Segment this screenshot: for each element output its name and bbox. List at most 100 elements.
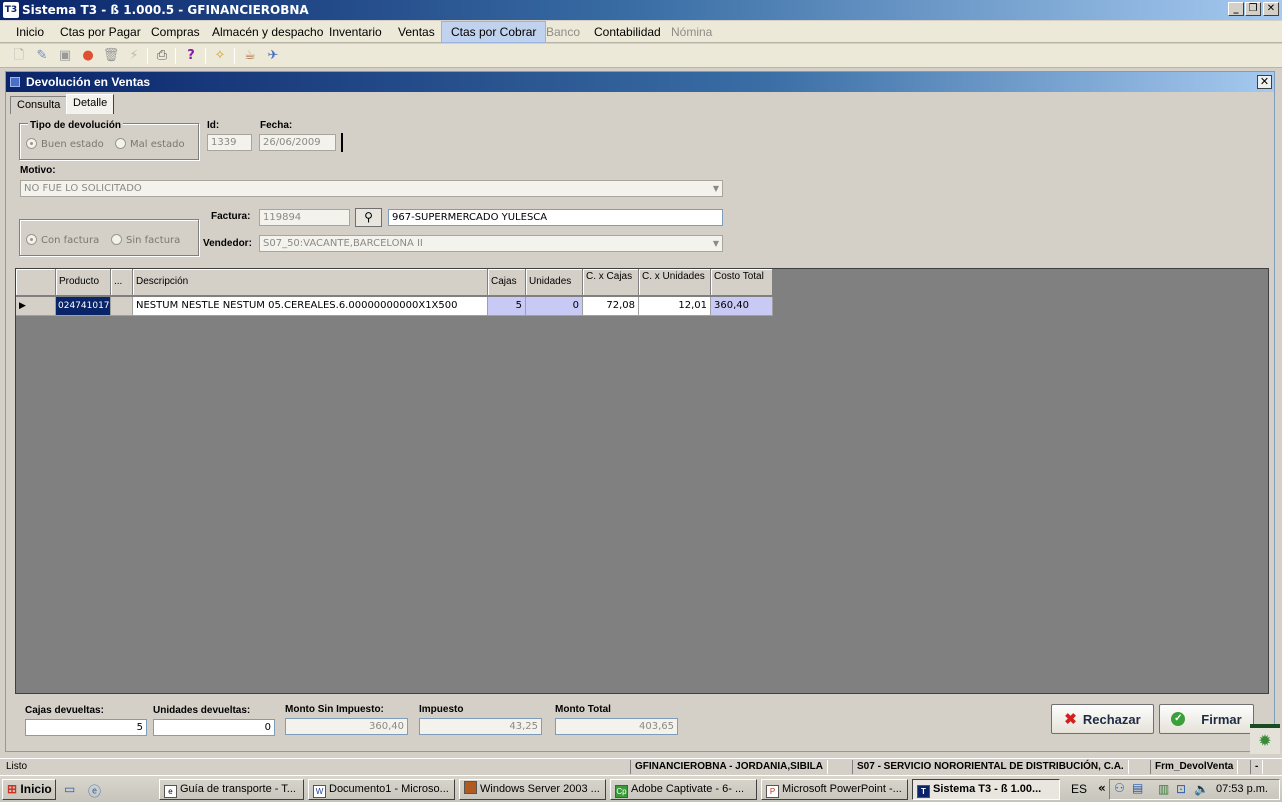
captivate-icon: Cp — [615, 785, 628, 798]
menu-contabilidad[interactable]: Contabilidad — [585, 21, 670, 43]
fecha-field[interactable]: 26/06/2009 — [259, 134, 336, 151]
monto-sin-impuesto-label: Monto Sin Impuesto: — [285, 704, 384, 715]
gear-icon[interactable]: ✹ — [1250, 724, 1280, 754]
status-user: GFINANCIEROBNA - JORDANIA,SIBILA — [630, 760, 828, 774]
lightning-icon[interactable]: ⚡ — [125, 47, 143, 65]
monto-sin-impuesto-field[interactable]: 360,40 — [285, 718, 408, 735]
factura-label: Factura: — [211, 211, 251, 222]
cliente-field[interactable]: 967-SUPERMERCADO YULESCA — [388, 209, 723, 226]
col-unidades[interactable]: Unidades — [526, 269, 583, 296]
col-cx-cajas[interactable]: C. x Cajas — [583, 269, 639, 296]
cell-cx-unidades[interactable]: 12,01 — [639, 297, 711, 316]
edit-icon[interactable]: ✎ — [33, 47, 51, 65]
firmar-button[interactable]: ✓ Firmar — [1159, 704, 1254, 734]
col-cajas[interactable]: Cajas — [488, 269, 526, 296]
cell-cajas[interactable]: 5 — [488, 297, 526, 316]
new-icon[interactable]: 🗋 — [10, 47, 28, 65]
rechazar-button[interactable]: ✖ Rechazar — [1051, 704, 1154, 734]
binoculars-search-button[interactable]: ⚲ — [355, 208, 382, 227]
factura-field[interactable]: 119894 — [259, 209, 350, 226]
menu-inicio[interactable]: Inicio — [7, 21, 53, 43]
menu-nomina[interactable]: Nómina — [662, 21, 721, 43]
col-cx-unidades[interactable]: C. x Unidades — [639, 269, 711, 296]
form-icon — [10, 77, 20, 87]
col-dots[interactable]: ... — [111, 269, 133, 296]
volume-icon[interactable]: 🔈 — [1194, 782, 1209, 796]
monto-total-field[interactable]: 403,65 — [555, 718, 678, 735]
menu-compras[interactable]: Compras — [142, 21, 209, 43]
title-bar: T3 Sistema T3 - ß 1.000.5 - GFINANCIEROB… — [0, 0, 1282, 20]
help-icon[interactable]: ? — [182, 47, 200, 65]
task-adobe-captivate[interactable]: Cp Adobe Captivate - 6- ... — [610, 779, 757, 800]
chevron-left-icon[interactable]: « — [1098, 781, 1106, 795]
powerpoint-icon: P — [766, 785, 779, 798]
cell-unidades[interactable]: 0 — [526, 297, 583, 316]
form-title: Devolución en Ventas — [26, 75, 151, 89]
menu-inventario[interactable]: Inventario — [320, 21, 391, 43]
clock[interactable]: 07:53 p.m. — [1216, 783, 1268, 795]
broom-icon[interactable]: ✧ — [211, 47, 229, 65]
vm-icon — [464, 781, 477, 794]
status-bar: Listo GFINANCIEROBNA - JORDANIA,SIBILA S… — [0, 758, 1282, 774]
impuesto-field[interactable]: 43,25 — [419, 718, 542, 735]
cell-descripcion[interactable]: NESTUM NESTLE NESTUM 05.CEREALES.6.00000… — [133, 297, 488, 316]
radio-mal-estado[interactable]: Mal estado — [115, 138, 185, 150]
print-icon[interactable]: ⎙ — [153, 47, 171, 65]
radio-buen-estado[interactable]: Buen estado — [26, 138, 104, 150]
trash-icon[interactable]: 🗑 — [102, 47, 120, 65]
row-selector[interactable]: ▶ — [16, 297, 56, 316]
record-icon[interactable]: ● — [79, 47, 97, 65]
close-button[interactable]: ✕ — [1263, 2, 1279, 16]
id-label: Id: — [207, 120, 220, 131]
network-icon[interactable]: ⊡ — [1176, 782, 1186, 796]
window-title: Sistema T3 - ß 1.000.5 - GFINANCIEROBNA — [22, 3, 309, 17]
tab-consulta[interactable]: Consulta — [10, 96, 68, 114]
radio-sin-factura[interactable]: Sin factura — [111, 234, 180, 246]
vendedor-select[interactable]: S07_50:VACANTE,BARCELONA II ▼ — [259, 235, 723, 252]
menu-banco[interactable]: Banco — [537, 21, 589, 43]
tab-detalle[interactable]: Detalle — [66, 94, 115, 114]
task-sistema-t3[interactable]: T Sistema T3 - ß 1.00... — [912, 779, 1060, 800]
cell-producto[interactable]: 024741017 — [56, 297, 111, 316]
start-button[interactable]: ⊞ Inicio — [2, 779, 56, 800]
id-field[interactable]: 1339 — [207, 134, 252, 151]
col-costo-total[interactable]: Costo Total — [711, 269, 773, 296]
task-documento1[interactable]: W Documento1 - Microso... — [308, 779, 455, 800]
menu-almacen[interactable]: Almacén y despacho — [203, 21, 332, 43]
plug-icon[interactable]: ✈ — [264, 47, 282, 65]
t3-icon: T — [917, 785, 930, 798]
cajas-devueltas-field[interactable]: 5 — [25, 719, 147, 736]
form-close-button[interactable]: ✕ — [1257, 75, 1272, 89]
radio-dot — [26, 138, 37, 149]
toolbar-separator — [234, 48, 235, 64]
cell-cx-cajas[interactable]: 72,08 — [583, 297, 639, 316]
radio-dot — [111, 234, 122, 245]
coffee-icon[interactable]: ☕ — [241, 47, 259, 65]
language-indicator[interactable]: ES — [1071, 782, 1087, 796]
task-windows-server[interactable]: Windows Server 2003 ... — [459, 779, 606, 800]
restore-button[interactable]: ❐ — [1245, 2, 1261, 16]
internet-explorer-icon[interactable]: ⓔ — [88, 781, 101, 800]
detalle-grid[interactable]: Producto ... Descripción Cajas Unidades … — [15, 268, 1269, 694]
unidades-devueltas-field[interactable]: 0 — [153, 719, 275, 736]
show-desktop-icon[interactable]: ▭ — [64, 782, 75, 796]
col-descripcion[interactable]: Descripción — [133, 269, 488, 296]
cell-costo-total[interactable]: 360,40 — [711, 297, 773, 316]
save-icon[interactable]: ▣ — [56, 47, 74, 65]
menu-ctas-por-cobrar[interactable]: Ctas por Cobrar — [441, 21, 547, 43]
motivo-select[interactable]: NO FUE LO SOLICITADO ▼ — [20, 180, 723, 197]
toolbar-separator — [205, 48, 206, 64]
tray-app-icon[interactable]: ▥ — [1158, 782, 1169, 796]
devolucion-window: Devolución en Ventas ✕ Consulta Detalle … — [5, 71, 1275, 752]
cell-lookup-button[interactable] — [111, 297, 133, 316]
menu-ventas[interactable]: Ventas — [389, 21, 444, 43]
menu-ctas-por-pagar[interactable]: Ctas por Pagar — [51, 21, 150, 43]
toolbar-separator — [175, 48, 176, 64]
col-producto[interactable]: Producto — [56, 269, 111, 296]
minimize-button[interactable]: _ — [1228, 2, 1244, 16]
radio-con-factura[interactable]: Con factura — [26, 234, 99, 246]
task-powerpoint[interactable]: P Microsoft PowerPoint -... — [761, 779, 908, 800]
toolbar: 🗋 ✎ ▣ ● 🗑 ⚡ ⎙ ? ✧ ☕ ✈ — [0, 44, 1282, 68]
date-picker-handle[interactable] — [341, 133, 343, 152]
task-guia-transporte[interactable]: e Guía de transporte - T... — [159, 779, 304, 800]
